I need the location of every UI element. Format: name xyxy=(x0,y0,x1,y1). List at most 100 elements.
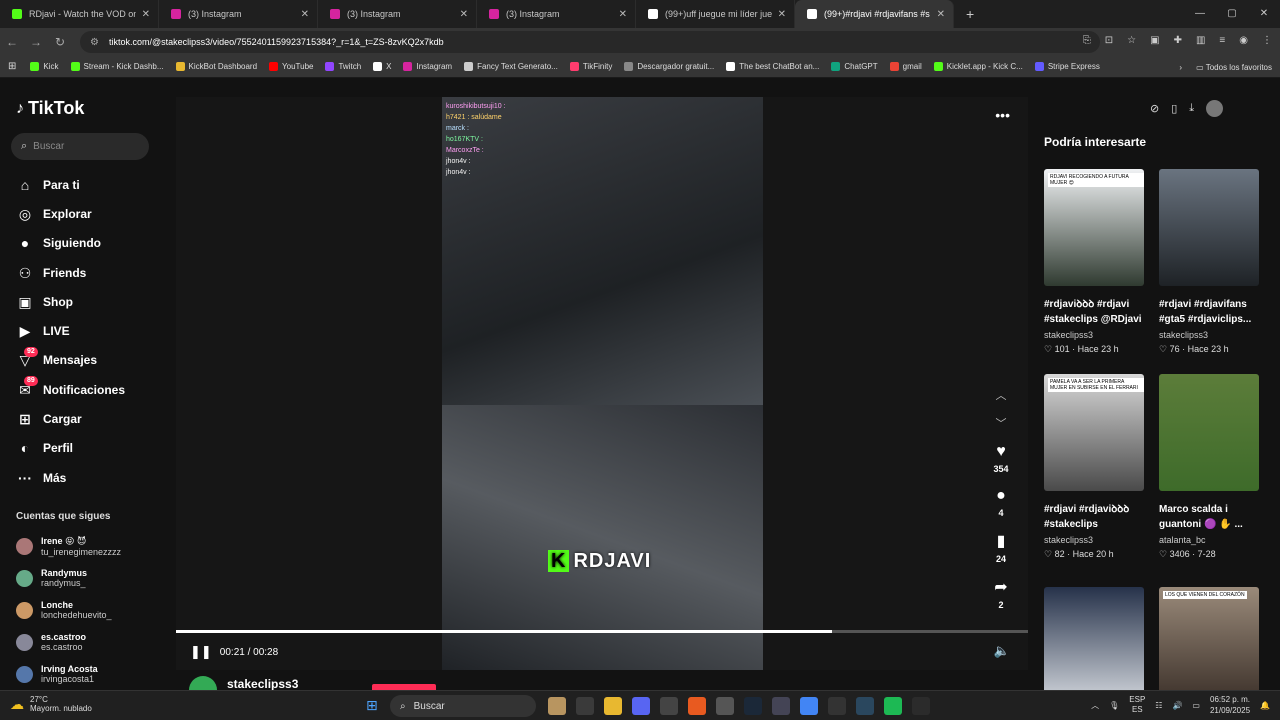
recommend-card[interactable]: #rdjavi #rdjavifans #gta5 #rdjaviclips..… xyxy=(1159,169,1259,355)
taskview-icon[interactable] xyxy=(576,697,594,715)
followed-account[interactable]: Lonche lonchedehuevito_ xyxy=(16,594,121,626)
video-frame[interactable]: kuroshikibutsuji10 : h7421 : salúdame marc… xyxy=(442,97,763,670)
network-icon[interactable]: ☷ xyxy=(1155,701,1162,710)
nav-item[interactable]: ⊞ Cargar xyxy=(16,404,125,433)
browser-tab[interactable]: (99+)uff juegue mi líder juegue ✕ xyxy=(636,0,795,28)
bookmark-item[interactable]: Kick xyxy=(30,62,59,71)
recommend-card[interactable]: RDJAVI RECOGIENDO A FUTURA MUJER 😍 #rdjav… xyxy=(1044,169,1144,355)
folder-icon[interactable] xyxy=(604,697,622,715)
tiktok-logo[interactable]: ♪ TikTok xyxy=(16,98,84,119)
epic-games-icon[interactable] xyxy=(660,697,678,715)
maximize-icon[interactable]: ▢ xyxy=(1216,0,1248,28)
followed-account[interactable]: Irving Acosta irvingacosta1 xyxy=(16,658,121,690)
video-thumbnail[interactable] xyxy=(1159,374,1259,491)
tab-close-icon[interactable]: ✕ xyxy=(301,9,309,20)
nav-item[interactable]: ● Siguiendo xyxy=(16,229,125,258)
browser-tab[interactable]: (3) Instagram ✕ xyxy=(159,0,318,28)
tab-close-icon[interactable]: ✕ xyxy=(460,9,468,20)
bookmark-item[interactable]: gmail xyxy=(889,62,922,71)
steam-icon[interactable] xyxy=(856,697,874,715)
bookmark-item[interactable]: Instagram xyxy=(403,62,452,71)
followed-account[interactable]: Irene 😝 😈 tu_irenegimenezzzz xyxy=(16,530,121,562)
reload-icon[interactable]: ↻ xyxy=(48,35,72,49)
nav-item[interactable]: ▽ 92 Mensajes xyxy=(16,346,125,375)
new-tab-button[interactable]: + xyxy=(966,6,974,22)
recommend-card[interactable]: Marco scalda i guantoni 🟣 ✋ ... atalanta_… xyxy=(1159,374,1259,560)
bookmark-item[interactable]: Stripe Express xyxy=(1034,62,1100,71)
tab-close-icon[interactable]: ✕ xyxy=(619,9,627,20)
discord-icon[interactable] xyxy=(632,697,650,715)
video-thumbnail[interactable]: LOS QUE VIENEN DEL CORAZÓN xyxy=(1159,587,1259,704)
volume-icon[interactable]: 🔈 xyxy=(994,643,1010,659)
followed-account[interactable]: Randymus randymus_ xyxy=(16,562,121,594)
notification-icon[interactable]: 🔔 xyxy=(1260,701,1270,710)
bookmark-item[interactable]: Twitch xyxy=(325,62,361,71)
forward-icon[interactable]: → xyxy=(24,35,48,49)
taskbar-search[interactable]: ⌕ Buscar xyxy=(390,695,536,717)
bookmark-item[interactable]: Descargador gratuit... xyxy=(624,62,714,71)
coin-icon[interactable]: ⊘ xyxy=(1150,102,1159,115)
all-bookmarks[interactable]: ▭ Todos los favoritos xyxy=(1196,63,1272,72)
translate-icon[interactable]: ⊡ xyxy=(1105,35,1113,46)
bookmark-item[interactable]: Stream - Kick Dashb... xyxy=(70,62,164,71)
spotify-icon[interactable] xyxy=(884,697,902,715)
browser-tab[interactable]: (3) Instagram ✕ xyxy=(318,0,477,28)
card-title[interactable]: #rdjavi #rdjaviꝺꝺꝺ #stakeclips xyxy=(1044,502,1144,532)
chevron-up-icon[interactable]: ︿ xyxy=(988,387,1014,403)
bookmark-item[interactable]: Fancy Text Generato... xyxy=(464,62,558,71)
bookmark-item[interactable]: TikFinity xyxy=(569,62,612,71)
card-author[interactable]: atalanta_bc xyxy=(1159,535,1259,545)
close-window-icon[interactable]: ✕ xyxy=(1248,0,1280,28)
tab-close-icon[interactable]: ✕ xyxy=(142,9,150,20)
url-bar[interactable]: ⚙ tiktok.com/@stakeclipss3/video/7552401… xyxy=(80,31,1100,53)
nav-item[interactable]: ◎ Explorar xyxy=(16,199,125,228)
card-author[interactable]: stakeclipss3 xyxy=(1044,330,1144,340)
more-options-icon[interactable]: ••• xyxy=(995,107,1010,123)
progress-bar[interactable] xyxy=(176,630,1028,633)
card-title[interactable]: Marco scalda i guantoni 🟣 ✋ ... xyxy=(1159,502,1259,532)
saturn-app-icon[interactable] xyxy=(548,697,566,715)
steam-icon[interactable] xyxy=(744,697,762,715)
comment-icon[interactable]: ● xyxy=(988,487,1014,505)
chevron-down-icon[interactable]: ﹀ xyxy=(988,415,1014,431)
profile-icon[interactable]: ◉ xyxy=(1239,35,1248,46)
share-icon[interactable]: ➦ xyxy=(988,577,1014,597)
card-title[interactable]: #rdjaviꝺꝺꝺ #rdjavi #stakeclips @RDjavi xyxy=(1044,297,1144,327)
chevron-up-icon[interactable]: ︿ xyxy=(1091,700,1099,711)
speaker-icon[interactable]: 🔊 xyxy=(1172,701,1182,710)
menu-list-icon[interactable]: ≡ xyxy=(1219,35,1225,46)
user-avatar[interactable] xyxy=(1206,100,1224,117)
battery-icon[interactable]: ▭ xyxy=(1192,701,1200,710)
tab-close-icon[interactable]: ✕ xyxy=(937,9,945,20)
nav-item[interactable]: ▶ LIVE xyxy=(16,316,125,345)
followed-account[interactable]: es.castroo es.castroo xyxy=(16,626,121,658)
card-title[interactable]: #rdjavi #rdjavifans #gta5 #rdjaviclips..… xyxy=(1159,297,1259,327)
minimize-icon[interactable]: — xyxy=(1184,0,1216,28)
nav-item[interactable]: ⚇ Friends xyxy=(16,258,125,287)
bookmark-item[interactable]: KickBot Dashboard xyxy=(175,62,257,71)
back-icon[interactable]: ← xyxy=(0,35,24,49)
puzzle-icon[interactable]: ✚ xyxy=(1174,35,1182,46)
browser-tab[interactable]: RDjavi - Watch the VOD on Kick ✕ xyxy=(0,0,159,28)
chrome-icon[interactable] xyxy=(800,697,818,715)
bookmark-item[interactable]: The best ChatBot an... xyxy=(726,62,819,71)
tab-close-icon[interactable]: ✕ xyxy=(778,9,786,20)
device-icon[interactable]: ▯ xyxy=(1171,102,1177,115)
app-icon[interactable] xyxy=(772,697,790,715)
language-indicator[interactable]: ESP ES xyxy=(1129,695,1145,715)
recommend-card[interactable]: PAMELA VA A SER LA PRIMERA MUJER EN SUBI… xyxy=(1044,374,1144,560)
bookmark-item[interactable]: X xyxy=(373,62,391,71)
sidepanel-icon[interactable]: ▥ xyxy=(1196,35,1205,46)
terminal-icon[interactable] xyxy=(912,697,930,715)
windows-start-icon[interactable]: ⊞ xyxy=(366,697,378,714)
bookmark-icon[interactable]: ▮ xyxy=(988,531,1014,551)
chevron-right-icon[interactable]: › xyxy=(1179,63,1182,72)
heart-icon[interactable]: ♥ xyxy=(988,443,1014,461)
card-author[interactable]: stakeclipss3 xyxy=(1159,330,1259,340)
app-icon[interactable] xyxy=(828,697,846,715)
video-thumbnail[interactable]: RDJAVI RECOGIENDO A FUTURA MUJER 😍 xyxy=(1044,169,1144,286)
star-icon[interactable]: ☆ xyxy=(1127,35,1136,46)
bookmark-item[interactable]: YouTube xyxy=(269,62,313,71)
weather-widget[interactable]: ☁ 27°C Mayorm. nublado xyxy=(10,695,92,713)
browser-tab[interactable]: (3) Instagram ✕ xyxy=(477,0,636,28)
